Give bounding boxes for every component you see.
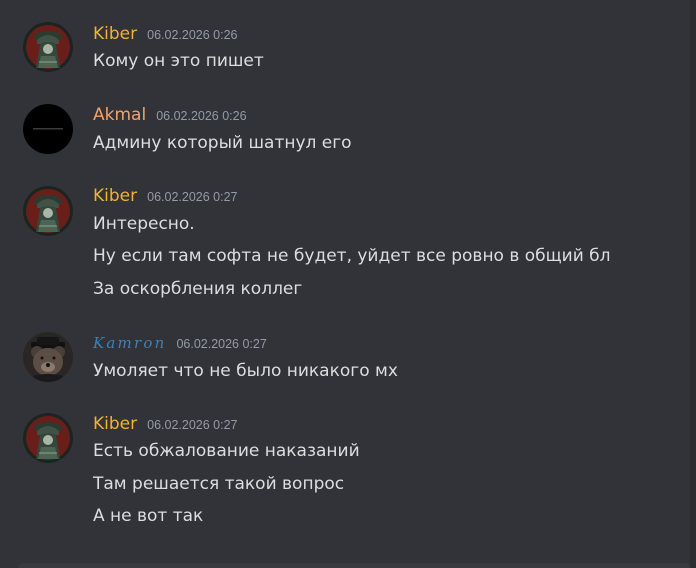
bear-avatar-icon[interactable] — [23, 332, 73, 382]
message-text: Есть обжалование наказаний — [93, 441, 360, 461]
black-circle-avatar-icon[interactable] — [23, 104, 73, 154]
message-text: Админу который шатнул его — [93, 133, 352, 153]
author-name[interactable]: Kiber — [93, 414, 137, 434]
message-header: Kiber 06.02.2026 0:27 — [93, 186, 238, 208]
message-timestamp[interactable]: 06.02.2026 0:27 — [176, 337, 266, 351]
message-header: Kiber 06.02.2026 0:27 — [93, 414, 238, 436]
message-text: Умоляет что не было никакого мх — [93, 361, 398, 381]
message-composer-edge[interactable] — [18, 563, 690, 568]
hooded-figure-avatar-icon[interactable] — [23, 22, 73, 72]
message-text: Ну если там софта не будет, уйдет все ро… — [93, 246, 611, 266]
message-header: Akmal 06.02.2026 0:26 — [93, 105, 247, 127]
author-name[interactable]: Kiber — [93, 24, 137, 44]
message-text: А не вот так — [93, 506, 204, 526]
author-name[interactable]: Kamron — [93, 334, 166, 352]
message-timestamp[interactable]: 06.02.2026 0:26 — [156, 109, 246, 123]
hooded-figure-avatar-icon[interactable] — [23, 413, 73, 463]
message-text: Кому он это пишет — [93, 51, 264, 71]
author-name[interactable]: Kiber — [93, 186, 137, 206]
chat-message-list[interactable]: Kiber 06.02.2026 0:26 Кому он это пишет … — [0, 0, 690, 568]
message-text: Там решается такой вопрос — [93, 474, 345, 494]
author-name[interactable]: Akmal — [93, 105, 146, 125]
message-timestamp[interactable]: 06.02.2026 0:27 — [147, 418, 237, 432]
chat-scrollbar-track[interactable] — [690, 0, 696, 568]
message-header: Kamron 06.02.2026 0:27 — [93, 334, 267, 356]
message-timestamp[interactable]: 06.02.2026 0:26 — [147, 28, 237, 42]
message-text: Интересно. — [93, 214, 195, 234]
message-timestamp[interactable]: 06.02.2026 0:27 — [147, 190, 237, 204]
message-header: Kiber 06.02.2026 0:26 — [93, 24, 238, 46]
hooded-figure-avatar-icon[interactable] — [23, 186, 73, 236]
message-text: За оскорбления коллег — [93, 279, 303, 299]
